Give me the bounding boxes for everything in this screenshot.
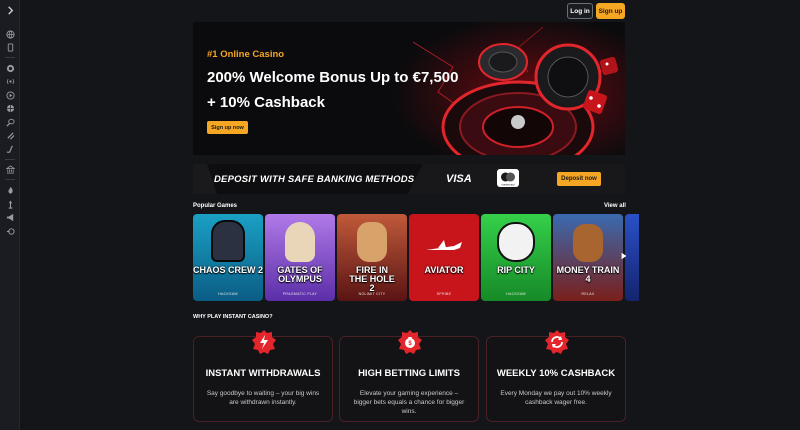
- hero-kicker: #1 Online Casino: [207, 49, 285, 60]
- roulette-illustration: [393, 22, 625, 155]
- feature-description-line: Every Monday we pay out 10% weekly: [500, 390, 612, 397]
- esports-icon[interactable]: [4, 129, 16, 141]
- chevron-right-icon[interactable]: [4, 4, 16, 16]
- banking-text: DEPOSIT WITH SAFE BANKING METHODS: [214, 174, 415, 185]
- game-provider: HACKSAW: [506, 292, 526, 296]
- popular-games-title: Popular Games: [193, 203, 238, 209]
- joker-icon[interactable]: [4, 198, 16, 210]
- signup-button[interactable]: Sign up: [596, 3, 625, 19]
- feature-card: WEEKLY 10% CASHBACK Every Monday we pay …: [486, 330, 626, 422]
- game-character: [211, 220, 245, 262]
- game-title: RIP CITY: [497, 265, 535, 275]
- globe-icon[interactable]: [4, 28, 16, 40]
- feature-description-line: are withdrawn instantly.: [229, 399, 297, 406]
- game-card[interactable]: MONEY TRAIN 4 RELAX: [553, 214, 623, 301]
- game-title: CHAOS CREW 2: [193, 265, 263, 275]
- mobile-icon[interactable]: [4, 41, 16, 53]
- feature-card: $ HIGH BETTING LIMITS Elevate your gamin…: [339, 330, 479, 422]
- feature-title: INSTANT WITHDRAWALS: [205, 368, 321, 379]
- refresh-icon: [545, 330, 569, 354]
- feature-description: Every Monday we pay out 10% weekly cashb…: [495, 389, 617, 407]
- sidebar-divider: [5, 159, 15, 160]
- feature-description-line: Say goodbye to waiting – your big wins: [206, 390, 320, 397]
- game-character: [285, 222, 315, 262]
- feature-description-line: bigger bets equals a chance for bigger: [353, 399, 465, 406]
- play-icon[interactable]: [4, 89, 16, 101]
- sport-ball-icon[interactable]: [4, 102, 16, 114]
- svg-text:mastercard: mastercard: [502, 183, 516, 187]
- carousel-next-icon[interactable]: [618, 250, 630, 262]
- game-card[interactable]: RIP CITY HACKSAW: [481, 214, 551, 301]
- hockey-icon[interactable]: [4, 143, 16, 155]
- vip-icon[interactable]: [4, 225, 16, 237]
- hero-subtitle: + 10% Cashback: [207, 94, 325, 111]
- feature-title: HIGH BETTING LIMITS: [358, 368, 460, 379]
- game-character: [497, 222, 535, 262]
- banking-banner: DEPOSIT WITH SAFE BANKING METHODS VISA m…: [193, 164, 625, 194]
- sidebar-divider: [5, 179, 15, 180]
- feature-description: Say goodbye to waiting – your big wins a…: [202, 389, 324, 407]
- tennis-icon[interactable]: [4, 116, 16, 128]
- game-title: AVIATOR: [424, 265, 464, 275]
- game-provider: PRAGMATIC PLAY: [282, 292, 318, 296]
- game-card[interactable]: GATES OF OLYMPUS PRAGMATIC PLAY: [265, 214, 335, 301]
- bank-icon[interactable]: [4, 163, 16, 175]
- money-bag-icon: $: [398, 330, 422, 354]
- game-card[interactable]: AVIATOR SPRIBE: [409, 214, 479, 301]
- mastercard-logo: mastercard: [497, 169, 519, 187]
- game-character: [573, 224, 603, 262]
- game-provider: HACKSAW: [218, 292, 238, 296]
- deposit-button[interactable]: Deposit now: [557, 172, 601, 186]
- feature-card: INSTANT WITHDRAWALS Say goodbye to waiti…: [193, 330, 333, 422]
- game-character: [357, 222, 387, 262]
- hero-title: 200% Welcome Bonus Up to €7,500: [207, 69, 459, 86]
- games-row: CHAOS CREW 2 HACKSAW GATES OF OLYMPUS PR…: [193, 214, 639, 301]
- game-provider: RELAX: [581, 292, 595, 296]
- casino-chip-icon[interactable]: [4, 62, 16, 74]
- game-title: MONEY TRAIN 4: [556, 265, 620, 284]
- sidebar-divider: [5, 57, 15, 58]
- why-play-title: WHY PLAY INSTANT CASINO?: [193, 314, 273, 320]
- feature-description: Elevate your gaming experience – bigger …: [348, 389, 470, 416]
- fire-icon[interactable]: [4, 184, 16, 196]
- feature-description-line: cashback wager free.: [525, 399, 587, 406]
- feature-description-line: wins.: [401, 408, 417, 415]
- lightning-icon: [252, 330, 276, 354]
- hero-banner[interactable]: #1 Online Casino 200% Welcome Bonus Up t…: [193, 22, 625, 155]
- game-title: GATES OF OLYMPUS: [277, 265, 323, 284]
- feature-description-line: Elevate your gaming experience –: [359, 390, 459, 397]
- hero-signup-button[interactable]: Sign up now: [207, 121, 248, 134]
- view-all-link[interactable]: View all: [604, 203, 626, 209]
- game-provider: SPRIBE: [436, 292, 452, 296]
- sidebar: [0, 0, 20, 430]
- game-card[interactable]: CHAOS CREW 2 HACKSAW: [193, 214, 263, 301]
- game-provider: NOLIMIT CITY: [358, 292, 386, 296]
- megaphone-icon[interactable]: [4, 211, 16, 223]
- visa-logo: VISA: [446, 173, 472, 185]
- live-icon[interactable]: [4, 75, 16, 87]
- login-button[interactable]: Log in: [567, 3, 593, 19]
- game-card[interactable]: FIRE IN THE HOLE 2 NOLIMIT CITY: [337, 214, 407, 301]
- airplane-icon: [426, 240, 462, 250]
- top-bar: [20, 0, 800, 22]
- feature-title: WEEKLY 10% CASHBACK: [496, 368, 616, 379]
- game-title: FIRE IN THE HOLE 2: [349, 265, 395, 293]
